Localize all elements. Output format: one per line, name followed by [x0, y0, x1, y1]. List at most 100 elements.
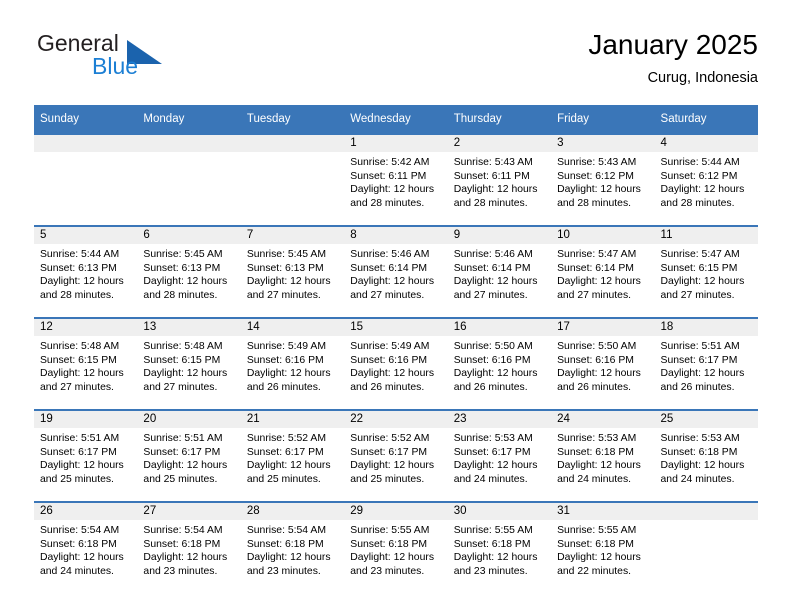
day-cell[interactable]: 25 Sunrise: 5:53 AM Sunset: 6:18 PM Dayl…	[654, 409, 758, 502]
day-cell[interactable]: 3 Sunrise: 5:43 AM Sunset: 6:12 PM Dayli…	[551, 133, 655, 226]
day-cell[interactable]: 5 Sunrise: 5:44 AM Sunset: 6:13 PM Dayli…	[34, 225, 138, 318]
sunset-text: Sunset: 6:16 PM	[350, 354, 428, 366]
sunset-text: Sunset: 6:13 PM	[246, 262, 324, 274]
day-cell[interactable]: 30 Sunrise: 5:55 AM Sunset: 6:18 PM Dayl…	[447, 501, 552, 593]
daylight-text-line2: and 24 minutes.	[660, 473, 735, 485]
daylight-text-line1: Daylight: 12 hours	[40, 460, 124, 472]
day-number: 20	[137, 411, 241, 428]
day-cell[interactable]: 29 Sunrise: 5:55 AM Sunset: 6:18 PM Dayl…	[344, 501, 448, 593]
day-cell[interactable]: 13 Sunrise: 5:48 AM Sunset: 6:15 PM Dayl…	[137, 317, 241, 410]
brand-logo[interactable]: General Blue	[34, 28, 254, 90]
day-details: Sunrise: 5:46 AM Sunset: 6:14 PM Dayligh…	[344, 244, 447, 302]
sunrise-text: Sunrise: 5:54 AM	[40, 525, 120, 536]
day-cell[interactable]: 9 Sunrise: 5:46 AM Sunset: 6:14 PM Dayli…	[447, 225, 552, 318]
day-cell[interactable]: 15 Sunrise: 5:49 AM Sunset: 6:16 PM Dayl…	[344, 317, 448, 410]
sunset-text: Sunset: 6:13 PM	[40, 262, 117, 274]
sunset-text: Sunset: 6:17 PM	[143, 446, 221, 458]
day-details: Sunrise: 5:54 AM Sunset: 6:18 PM Dayligh…	[241, 520, 344, 578]
day-number: 28	[240, 503, 345, 520]
day-cell[interactable]: 7 Sunrise: 5:45 AM Sunset: 6:13 PM Dayli…	[240, 225, 345, 318]
sunrise-text: Sunrise: 5:53 AM	[660, 433, 740, 444]
sunrise-text: Sunrise: 5:42 AM	[350, 157, 430, 168]
day-cell[interactable]: 12 Sunrise: 5:48 AM Sunset: 6:15 PM Dayl…	[34, 317, 138, 410]
day-number: 22	[344, 411, 448, 428]
day-number: 29	[344, 503, 448, 520]
sunrise-text: Sunrise: 5:43 AM	[453, 157, 533, 168]
day-cell[interactable]: 16 Sunrise: 5:50 AM Sunset: 6:16 PM Dayl…	[447, 317, 552, 410]
calendar-table: Sunday Monday Tuesday Wednesday Thursday…	[34, 105, 758, 593]
sunset-text: Sunset: 6:11 PM	[350, 170, 427, 182]
daylight-text-line2: and 26 minutes.	[350, 381, 425, 393]
sunrise-text: Sunrise: 5:52 AM	[350, 433, 430, 444]
daylight-text-line1: Daylight: 12 hours	[143, 368, 228, 380]
sunset-text: Sunset: 6:17 PM	[660, 354, 738, 366]
day-cell[interactable]: 21 Sunrise: 5:52 AM Sunset: 6:17 PM Dayl…	[240, 409, 345, 502]
daylight-text-line2: and 25 minutes.	[40, 473, 114, 485]
day-number: 24	[551, 411, 655, 428]
daylight-text-line2: and 23 minutes.	[246, 565, 321, 577]
daylight-text-line2: and 23 minutes.	[453, 565, 528, 577]
day-cell[interactable]: 6 Sunrise: 5:45 AM Sunset: 6:13 PM Dayli…	[137, 225, 241, 318]
daylight-text-line1: Daylight: 12 hours	[246, 276, 331, 288]
daylight-text-line2: and 26 minutes.	[557, 381, 632, 393]
day-cell[interactable]: 14 Sunrise: 5:49 AM Sunset: 6:16 PM Dayl…	[240, 317, 345, 410]
daylight-text-line1: Daylight: 12 hours	[40, 276, 124, 288]
sunset-text: Sunset: 6:12 PM	[557, 170, 634, 182]
sunset-text: Sunset: 6:18 PM	[350, 538, 428, 550]
daylight-text-line1: Daylight: 12 hours	[143, 276, 228, 288]
daylight-text-line2: and 28 minutes.	[40, 289, 114, 301]
day-cell[interactable]: 31 Sunrise: 5:55 AM Sunset: 6:18 PM Dayl…	[551, 501, 655, 593]
day-cell[interactable]: 23 Sunrise: 5:53 AM Sunset: 6:17 PM Dayl…	[447, 409, 552, 502]
day-number: 21	[240, 411, 345, 428]
title-block: January 2025 Curug, Indonesia	[588, 28, 758, 88]
day-cell[interactable]: 20 Sunrise: 5:51 AM Sunset: 6:17 PM Dayl…	[137, 409, 241, 502]
sunrise-text: Sunrise: 5:44 AM	[660, 157, 740, 168]
day-cell[interactable]: 1 Sunrise: 5:42 AM Sunset: 6:11 PM Dayli…	[344, 133, 448, 226]
day-cell[interactable]: 10 Sunrise: 5:47 AM Sunset: 6:14 PM Dayl…	[551, 225, 655, 318]
day-cell[interactable]: 4 Sunrise: 5:44 AM Sunset: 6:12 PM Dayli…	[654, 133, 758, 226]
day-cell[interactable]	[34, 133, 138, 226]
day-cell[interactable]: 17 Sunrise: 5:50 AM Sunset: 6:16 PM Dayl…	[551, 317, 655, 410]
day-number: 10	[551, 227, 655, 244]
day-cell[interactable]: 22 Sunrise: 5:52 AM Sunset: 6:17 PM Dayl…	[344, 409, 448, 502]
day-cell[interactable]: 11 Sunrise: 5:47 AM Sunset: 6:15 PM Dayl…	[654, 225, 758, 318]
sunset-text: Sunset: 6:18 PM	[660, 446, 738, 458]
day-details: Sunrise: 5:55 AM Sunset: 6:18 PM Dayligh…	[551, 520, 654, 578]
daylight-text-line2: and 28 minutes.	[350, 197, 425, 209]
daylight-text-line2: and 28 minutes.	[557, 197, 632, 209]
sunset-text: Sunset: 6:18 PM	[246, 538, 324, 550]
daylight-text-line2: and 27 minutes.	[660, 289, 735, 301]
calendar-week-row: 5 Sunrise: 5:44 AM Sunset: 6:13 PM Dayli…	[34, 225, 758, 318]
day-details: Sunrise: 5:45 AM Sunset: 6:13 PM Dayligh…	[241, 244, 344, 302]
daylight-text-line1: Daylight: 12 hours	[557, 368, 641, 380]
sunrise-text: Sunrise: 5:51 AM	[40, 433, 120, 444]
daylight-text-line1: Daylight: 12 hours	[453, 552, 538, 564]
day-number: 8	[344, 227, 448, 244]
sunrise-text: Sunrise: 5:53 AM	[453, 433, 533, 444]
day-cell[interactable]: 18 Sunrise: 5:51 AM Sunset: 6:17 PM Dayl…	[654, 317, 758, 410]
day-cell[interactable]: 28 Sunrise: 5:54 AM Sunset: 6:18 PM Dayl…	[240, 501, 345, 593]
day-details: Sunrise: 5:55 AM Sunset: 6:18 PM Dayligh…	[344, 520, 447, 578]
day-cell[interactable]: 24 Sunrise: 5:53 AM Sunset: 6:18 PM Dayl…	[551, 409, 655, 502]
day-cell[interactable]	[137, 133, 241, 226]
daylight-text-line1: Daylight: 12 hours	[246, 552, 331, 564]
calendar-page: General Blue January 2025 Curug, Indones…	[0, 0, 792, 612]
day-number: 30	[447, 503, 552, 520]
day-details: Sunrise: 5:51 AM Sunset: 6:17 PM Dayligh…	[655, 336, 758, 394]
day-details: Sunrise: 5:54 AM Sunset: 6:18 PM Dayligh…	[34, 520, 137, 578]
day-number: 2	[447, 135, 552, 152]
weekday-header-thursday: Thursday	[447, 105, 552, 134]
sunset-text: Sunset: 6:18 PM	[143, 538, 221, 550]
day-details: Sunrise: 5:53 AM Sunset: 6:17 PM Dayligh…	[448, 428, 551, 486]
day-cell[interactable]: 8 Sunrise: 5:46 AM Sunset: 6:14 PM Dayli…	[344, 225, 448, 318]
day-cell[interactable]	[240, 133, 345, 226]
day-cell[interactable]: 19 Sunrise: 5:51 AM Sunset: 6:17 PM Dayl…	[34, 409, 138, 502]
sunrise-text: Sunrise: 5:55 AM	[453, 525, 533, 536]
day-cell[interactable]	[654, 501, 758, 593]
day-cell[interactable]: 2 Sunrise: 5:43 AM Sunset: 6:11 PM Dayli…	[447, 133, 552, 226]
sunset-text: Sunset: 6:18 PM	[40, 538, 117, 550]
day-cell[interactable]: 26 Sunrise: 5:54 AM Sunset: 6:18 PM Dayl…	[34, 501, 138, 593]
calendar-week-row: 1 Sunrise: 5:42 AM Sunset: 6:11 PM Dayli…	[34, 133, 758, 226]
day-cell[interactable]: 27 Sunrise: 5:54 AM Sunset: 6:18 PM Dayl…	[137, 501, 241, 593]
day-number: 27	[137, 503, 241, 520]
